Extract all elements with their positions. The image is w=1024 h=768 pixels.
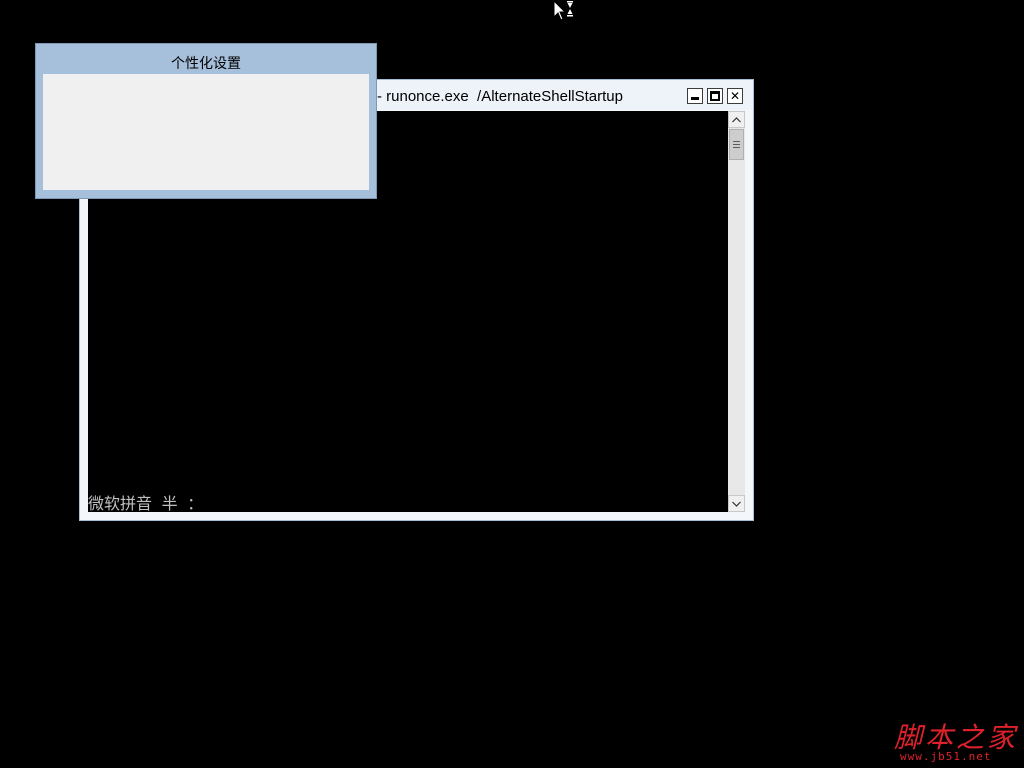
chevron-up-icon [732, 116, 741, 122]
console-title: - runonce.exe /AlternateShellStartup [377, 88, 623, 105]
scroll-down-button[interactable] [728, 495, 745, 512]
minimize-button[interactable] [687, 88, 703, 104]
watermark-logo: 脚本之家 www.jb51.net [894, 716, 1018, 764]
personalization-dialog[interactable]: 个性化设置 [35, 43, 377, 199]
vertical-scrollbar[interactable] [728, 111, 745, 512]
busy-cursor-icon [553, 0, 573, 21]
desktop: - runonce.exe /AlternateShellStartup ✕ 微… [0, 0, 1024, 768]
dialog-title: 个性化设置 [171, 56, 241, 72]
scroll-thumb[interactable] [729, 129, 744, 160]
minimize-icon [691, 97, 699, 100]
maximize-button[interactable] [707, 88, 723, 104]
ime-status-text: 微软拼音 半 ： [88, 494, 204, 513]
watermark-url: www.jb51.net [900, 750, 992, 763]
close-button[interactable]: ✕ [727, 88, 743, 104]
maximize-icon [710, 91, 720, 101]
chevron-down-icon [732, 501, 741, 507]
grip-icon [733, 140, 740, 149]
dialog-body [43, 74, 369, 190]
scroll-up-button[interactable] [728, 111, 745, 128]
close-icon: ✕ [729, 89, 741, 103]
